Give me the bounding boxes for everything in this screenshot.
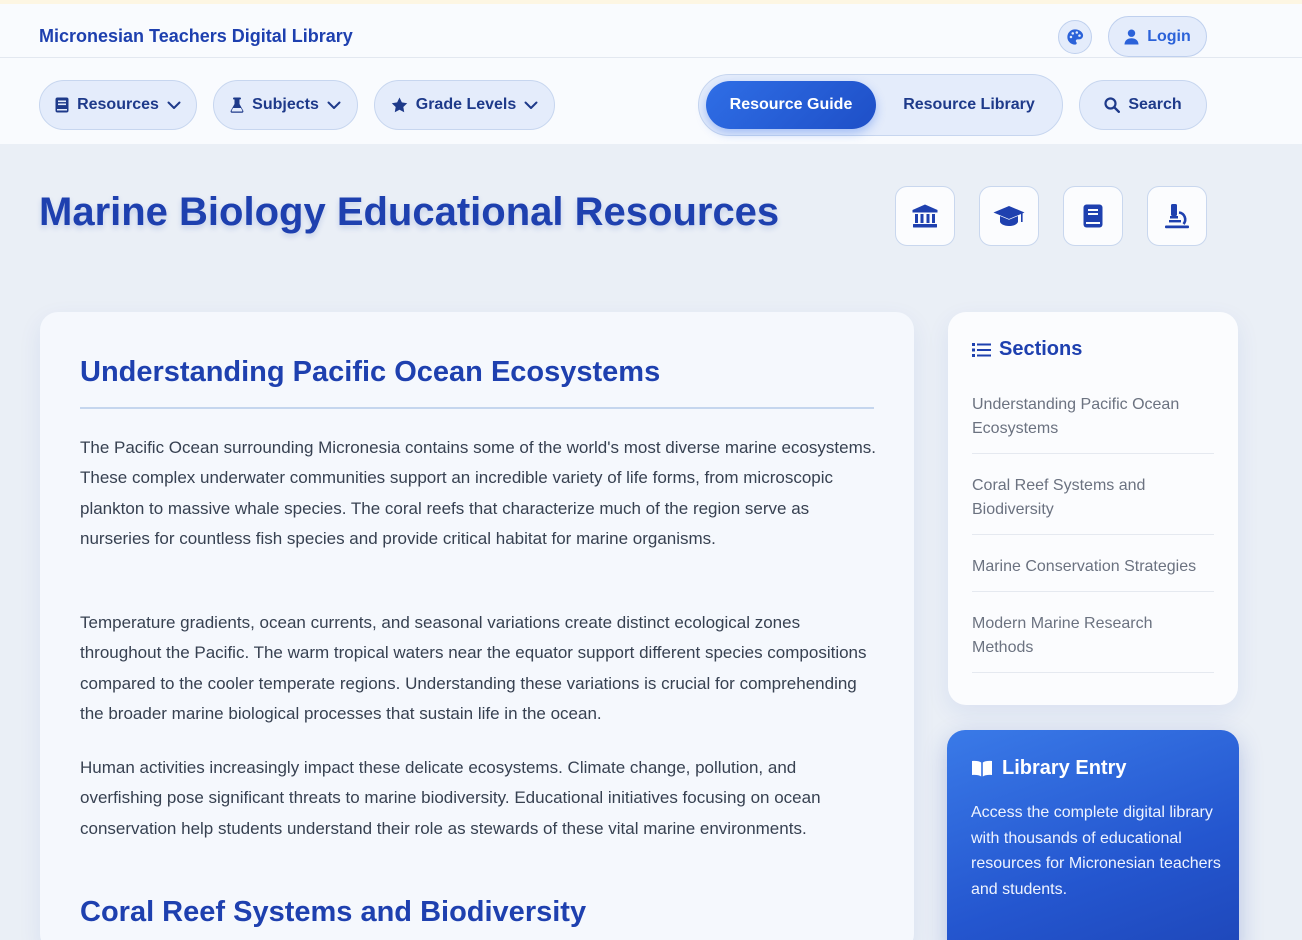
- section-link-coral-reefs[interactable]: Coral Reef Systems and Biodiversity: [972, 474, 1214, 535]
- book-icon: [55, 97, 69, 113]
- top-bar: Micronesian Teachers Digital Library Log…: [0, 4, 1302, 58]
- section-heading-ecosystems: Understanding Pacific Ocean Ecosystems: [80, 356, 661, 388]
- login-button[interactable]: Login: [1108, 16, 1207, 57]
- library-entry-card[interactable]: Library Entry Access the complete digita…: [947, 730, 1239, 940]
- search-icon: [1104, 97, 1121, 113]
- section-heading-coral-reefs: Coral Reef Systems and Biodiversity: [80, 896, 587, 928]
- page-title: Marine Biology Educational Resources: [39, 190, 780, 234]
- book-icon: [1083, 204, 1103, 228]
- grade-levels-label: Grade Levels: [415, 96, 517, 113]
- grade-levels-dropdown[interactable]: Grade Levels: [374, 80, 555, 130]
- paragraph-1: The Pacific Ocean surrounding Micronesia…: [80, 438, 876, 549]
- chevron-down-icon: [167, 101, 181, 110]
- heading-divider: [80, 407, 874, 409]
- sections-nav-card: Sections Understanding Pacific Ocean Eco…: [948, 312, 1238, 705]
- article-card: Understanding Pacific Ocean Ecosystems T…: [40, 312, 914, 940]
- sections-header: Sections: [972, 338, 1082, 361]
- paragraph-3: Human activities increasingly impact the…: [80, 758, 821, 838]
- chevron-down-icon: [524, 101, 538, 110]
- library-entry-text: Access the complete digital library with…: [971, 804, 1221, 898]
- resource-library-tab[interactable]: Resource Library: [889, 81, 1049, 129]
- brand-title[interactable]: Micronesian Teachers Digital Library: [39, 26, 353, 47]
- list-icon: [972, 342, 991, 358]
- main-nav: Resources Subjects Grade Levels Resource…: [0, 58, 1302, 144]
- star-icon: [391, 97, 408, 113]
- institution-icon: [912, 204, 938, 228]
- theme-button[interactable]: [1058, 20, 1092, 54]
- login-label: Login: [1147, 27, 1191, 45]
- open-book-icon: [971, 760, 993, 778]
- search-button[interactable]: Search: [1079, 80, 1207, 130]
- resources-dropdown[interactable]: Resources: [39, 80, 197, 130]
- paragraph-2: Temperature gradients, ocean currents, a…: [80, 613, 867, 724]
- user-icon: [1124, 29, 1139, 45]
- resources-label: Resources: [77, 96, 159, 113]
- section-link-research[interactable]: Modern Marine Research Methods: [972, 612, 1214, 673]
- book-button[interactable]: [1063, 186, 1123, 246]
- sections-title: Sections: [999, 338, 1083, 360]
- microscope-icon: [1164, 203, 1190, 229]
- section-link-conservation[interactable]: Marine Conservation Strategies: [972, 555, 1214, 592]
- flask-icon: [230, 97, 244, 113]
- research-button[interactable]: [1147, 186, 1207, 246]
- resource-view-toggle: Resource Guide Resource Library: [698, 74, 1063, 136]
- chevron-down-icon: [327, 101, 341, 110]
- search-label: Search: [1128, 96, 1182, 113]
- subjects-dropdown[interactable]: Subjects: [213, 80, 358, 130]
- library-entry-title: Library Entry: [1002, 757, 1127, 779]
- section-link-ecosystems[interactable]: Understanding Pacific Ocean Ecosystems: [972, 393, 1214, 454]
- palette-icon: [1066, 28, 1084, 46]
- resource-guide-tab[interactable]: Resource Guide: [706, 81, 876, 129]
- subjects-label: Subjects: [252, 96, 319, 113]
- graduation-cap-icon: [993, 205, 1025, 227]
- library-entry-header: Library Entry: [971, 757, 1126, 780]
- education-button[interactable]: [979, 186, 1039, 246]
- institution-button[interactable]: [895, 186, 955, 246]
